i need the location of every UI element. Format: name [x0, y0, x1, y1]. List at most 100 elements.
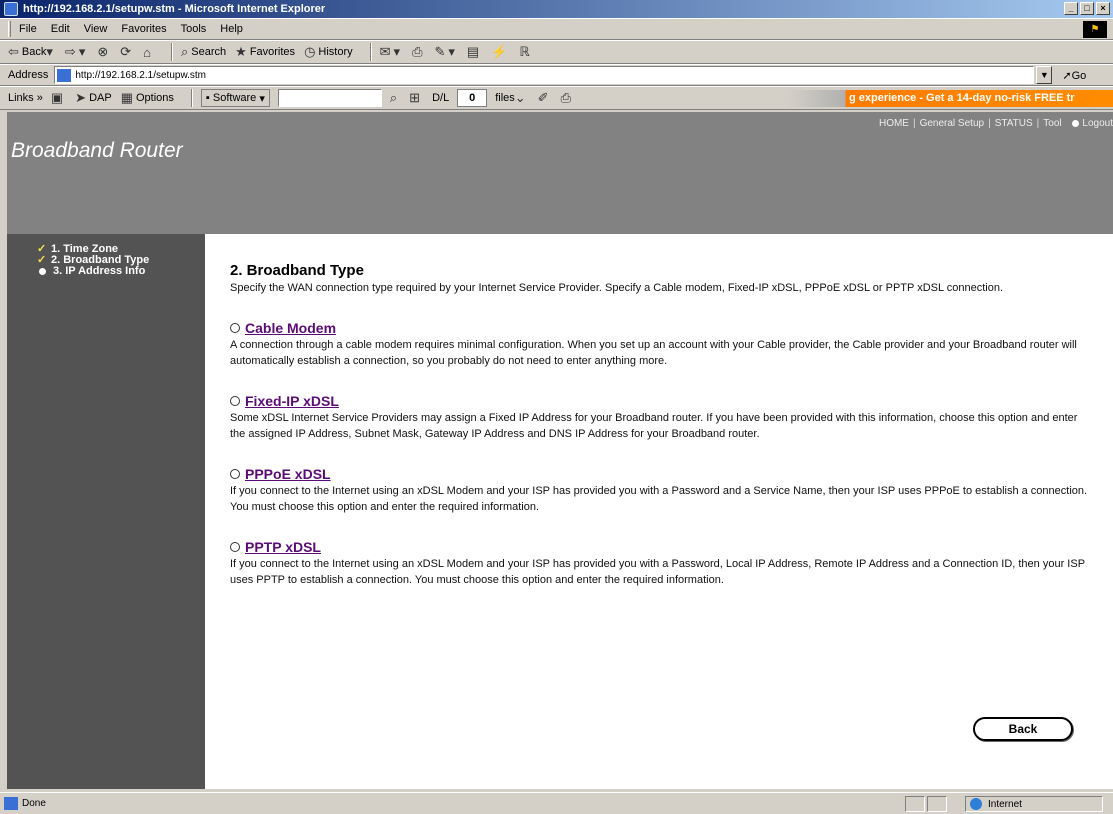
highlight-button[interactable]: ✐	[538, 90, 552, 106]
back-arrow-icon: ⇦	[8, 44, 19, 59]
nav-tool[interactable]: Tool	[1043, 118, 1061, 129]
option-pptp-xdsl: PPTP xDSL If you connect to the Internet…	[230, 539, 1090, 588]
chevron-down-icon: ▾	[78, 44, 86, 59]
ie-icon	[4, 2, 18, 16]
toolbar-separator	[171, 43, 174, 61]
nav-general-setup[interactable]: General Setup	[920, 118, 985, 129]
option-cable-modem: Cable Modem A connection through a cable…	[230, 320, 1090, 369]
edit-icon: ✎	[434, 44, 446, 59]
favorites-button[interactable]: ★ Favorites	[235, 44, 295, 60]
chevron-down-icon: ▾	[448, 44, 455, 59]
discuss-icon: ▤	[466, 44, 480, 59]
nav-logout[interactable]: Logout	[1082, 118, 1113, 129]
toolbar-search-input[interactable]	[277, 89, 382, 107]
mail-icon: ✉	[379, 44, 391, 59]
toolbar-grip[interactable]	[8, 21, 11, 37]
menu-bar: File Edit View Favorites Tools Help ⚑	[0, 18, 1113, 40]
window-controls: _ □ ×	[1064, 2, 1110, 15]
window-title-bar: http://192.168.2.1/setupw.stm - Microsof…	[0, 0, 1113, 18]
print-small-button[interactable]: ⎙	[561, 90, 574, 106]
favorites-icon: ★	[235, 44, 247, 59]
pppoe-xdsl-link[interactable]: PPPoE xDSL	[245, 466, 331, 482]
close-button[interactable]: ×	[1096, 2, 1110, 15]
print-icon: ⎙	[560, 90, 571, 105]
main-panel: 2. Broadband Type Specify the WAN connec…	[230, 262, 1090, 588]
mail-button[interactable]: ✉ ▾	[380, 44, 403, 60]
toolbar-separator	[190, 89, 193, 107]
menu-edit[interactable]: Edit	[51, 23, 70, 35]
address-dropdown-button[interactable]: ▼	[1036, 66, 1053, 84]
go-arrow-icon: ➚	[1062, 69, 1072, 82]
dap-button[interactable]: ➤ DAP	[75, 90, 112, 106]
nav-home[interactable]: HOME	[879, 118, 909, 129]
menu-help[interactable]: Help	[220, 23, 243, 35]
research-icon: ℝ	[519, 44, 530, 59]
links-label[interactable]: Links »	[8, 92, 43, 104]
search-icon: ⌕	[389, 90, 398, 105]
status-panel	[905, 796, 925, 812]
refresh-button[interactable]: ⟳	[120, 44, 134, 60]
home-icon: ⌂	[143, 44, 152, 60]
status-bar: Done Internet	[0, 792, 1113, 814]
pptp-xdsl-radio[interactable]	[230, 542, 240, 552]
fixed-ip-xdsl-description: Some xDSL Internet Service Providers may…	[230, 412, 1078, 440]
intro-text: Specify the WAN connection type required…	[230, 282, 1004, 294]
home-button[interactable]: ⌂	[143, 45, 154, 60]
cable-modem-radio[interactable]	[230, 323, 240, 333]
top-navigation: HOME | General Setup | STATUS | Tool Logout	[878, 118, 1113, 129]
toolbar-home-icon[interactable]: ▣	[51, 90, 66, 106]
discuss-button[interactable]: ▤	[467, 44, 482, 60]
messenger-button[interactable]: ⚡	[491, 44, 510, 60]
stop-button[interactable]: ⊗	[97, 44, 111, 60]
cable-modem-link[interactable]: Cable Modem	[245, 320, 336, 336]
address-url: http://192.168.2.1/setupw.stm	[75, 69, 206, 81]
forward-nav-button[interactable]: ⇨ ▾	[65, 44, 88, 60]
software-select[interactable]: ▪ Software ▾	[200, 89, 270, 107]
print-icon: ⎙	[412, 44, 423, 59]
download-icon[interactable]: ⊞	[409, 90, 423, 106]
search-button[interactable]: ⌕ Search	[181, 44, 226, 60]
go-button[interactable]: ➚Go	[1062, 69, 1086, 82]
ad-banner[interactable]: g experience - Get a 14-day no-risk FREE…	[787, 90, 1113, 107]
menu-tools[interactable]: Tools	[181, 23, 207, 35]
menu-view[interactable]: View	[84, 23, 108, 35]
pen-icon: ✐	[537, 90, 549, 105]
menu-file[interactable]: File	[19, 23, 37, 35]
edit-button[interactable]: ✎ ▾	[434, 44, 457, 60]
step-ip-address-info[interactable]: 3. IP Address Info	[37, 266, 205, 277]
history-button[interactable]: ◷ History	[304, 44, 353, 60]
logout-icon	[1072, 120, 1080, 127]
stop-icon: ⊗	[97, 44, 109, 59]
back-button[interactable]: Back	[973, 717, 1073, 741]
page-heading: 2. Broadband Type	[230, 262, 364, 279]
fixed-ip-xdsl-radio[interactable]	[230, 396, 240, 406]
cable-modem-description: A connection through a cable modem requi…	[230, 339, 1077, 367]
filter-button[interactable]: ⌄	[515, 90, 529, 106]
research-button[interactable]: ℝ	[519, 44, 532, 60]
maximize-button[interactable]: □	[1080, 2, 1094, 15]
status-text: Done	[22, 798, 46, 809]
address-bar: Address http://192.168.2.1/setupw.stm ▼ …	[0, 64, 1113, 86]
nav-status[interactable]: STATUS	[995, 118, 1033, 129]
toolbar-search-button[interactable]: ⌕	[390, 90, 400, 106]
fixed-ip-xdsl-link[interactable]: Fixed-IP xDSL	[245, 393, 339, 409]
status-panel	[927, 796, 947, 812]
bullet-icon	[39, 268, 46, 275]
standard-toolbar: ⇦ Back ▾ ⇨ ▾ ⊗ ⟳ ⌂ ⌕ Search ★ Favorites ◷ Hist…	[0, 40, 1113, 64]
address-input[interactable]: http://192.168.2.1/setupw.stm	[54, 66, 1035, 84]
router-header: Broadband Router HOME | General Setup | ST…	[7, 112, 1113, 234]
page-status-icon	[4, 797, 18, 810]
back-nav-button[interactable]: ⇦ Back ▾	[8, 44, 56, 60]
print-button[interactable]: ⎙	[412, 44, 425, 60]
minimize-button[interactable]: _	[1064, 2, 1078, 15]
refresh-icon: ⟳	[120, 44, 132, 59]
options-button[interactable]: ▦ Options	[121, 90, 174, 106]
options-icon: ▦	[120, 90, 133, 105]
pppoe-xdsl-radio[interactable]	[230, 469, 240, 479]
pptp-xdsl-link[interactable]: PPTP xDSL	[245, 539, 321, 555]
software-icon: ▪	[205, 92, 210, 104]
messenger-icon: ⚡	[491, 44, 508, 59]
menu-favorites[interactable]: Favorites	[121, 23, 166, 35]
security-zone: Internet	[965, 796, 1103, 812]
toolbar-separator	[369, 43, 372, 61]
